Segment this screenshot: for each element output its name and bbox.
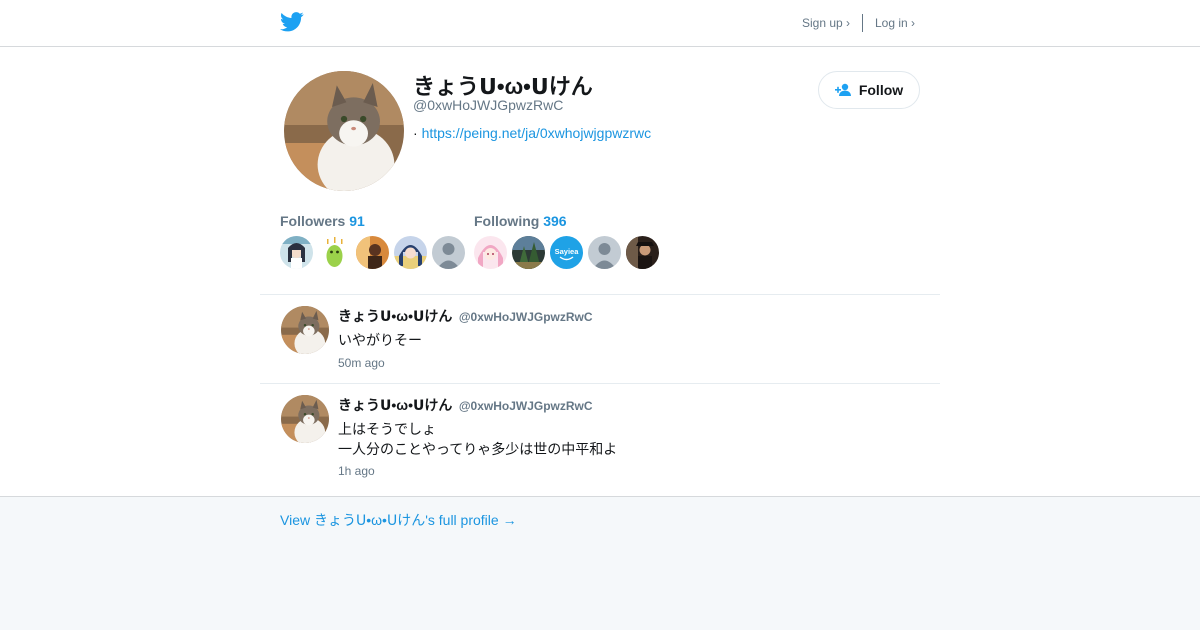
follower-avatar-5[interactable] [432, 236, 465, 269]
tweet-divider [260, 383, 940, 384]
following-avatar-3[interactable]: Sayiea [550, 236, 583, 269]
twitter-bird-icon[interactable] [280, 11, 304, 33]
log-in-link[interactable]: Log in › [875, 16, 915, 30]
tweet-1[interactable]: きょうᑌ•ω•ᑌけん @0xwHoJWJGpwzRwC いやがりそー 50m a… [280, 306, 920, 370]
tweet-author-handle[interactable]: @0xwHoJWJGpwzRwC [459, 399, 593, 413]
tweet-header: きょうᑌ•ω•ᑌけん @0xwHoJWJGpwzRwC [338, 395, 593, 415]
add-user-icon [834, 83, 851, 96]
profile-card: きょうᑌ•ω•ᑌけん @0xwHoJWJGpwzRwC · https://pe… [0, 47, 1200, 497]
profile-avatar[interactable] [284, 71, 404, 191]
follower-avatar-2[interactable] [318, 236, 351, 269]
tweet-avatar[interactable] [281, 395, 329, 443]
tweet-text-line: 上はそうでしょ [338, 421, 436, 437]
following-avatar-2[interactable] [512, 236, 545, 269]
following-count: 396 [543, 213, 567, 229]
tweet-text: 上はそうでしょ 一人分のことやってりゃ多少は世の中平和よ [338, 419, 617, 459]
following-avatar-1[interactable] [474, 236, 507, 269]
tweet-2[interactable]: きょうᑌ•ω•ᑌけん @0xwHoJWJGpwzRwC 上はそうでしょ 一人分の… [280, 395, 920, 479]
following-avatar-5[interactable] [626, 236, 659, 269]
profile-bio: · https://peing.net/ja/0xwhojwjgpwzrwc [413, 125, 651, 141]
following-label: Following [474, 213, 540, 229]
nav-divider [862, 14, 863, 32]
tweet-text-line: いやがりそー [338, 332, 422, 348]
followers-avatars [280, 236, 465, 269]
tweet-header: きょうᑌ•ω•ᑌけん @0xwHoJWJGpwzRwC [338, 306, 593, 326]
tweet-timestamp[interactable]: 1h ago [338, 464, 375, 478]
tweet-author-name[interactable]: きょうᑌ•ω•ᑌけん [338, 308, 452, 324]
view-full-profile-link[interactable]: View きょうᑌ•ω•ᑌけん's full profile → [280, 510, 517, 530]
follower-avatar-1[interactable] [280, 236, 313, 269]
tweet-author-name[interactable]: きょうᑌ•ω•ᑌけん [338, 397, 452, 413]
tweet-timestamp[interactable]: 50m ago [338, 356, 385, 370]
bio-separator: · [413, 125, 418, 141]
sign-up-link[interactable]: Sign up › [802, 16, 850, 30]
follow-button-label: Follow [858, 82, 904, 98]
follower-avatar-4[interactable] [394, 236, 427, 269]
tweet-avatar[interactable] [281, 306, 329, 354]
follower-avatar-3[interactable] [356, 236, 389, 269]
section-divider [260, 294, 940, 295]
sayiea-badge-text: Sayiea [555, 247, 580, 256]
followers-count: 91 [349, 213, 365, 229]
followers-label: Followers [280, 213, 346, 229]
follow-button[interactable]: Follow [818, 71, 920, 109]
tweet-text: いやがりそー [338, 330, 422, 350]
profile-handle: @0xwHoJWJGpwzRwC [413, 97, 564, 113]
following-avatar-4[interactable] [588, 236, 621, 269]
tweet-author-handle[interactable]: @0xwHoJWJGpwzRwC [459, 310, 593, 324]
tweet-text-line: 一人分のことやってりゃ多少は世の中平和よ [338, 441, 618, 457]
following-avatars: Sayiea [474, 236, 659, 269]
bio-link[interactable]: https://peing.net/ja/0xwhojwjgpwzrwc [422, 125, 652, 141]
following-stat[interactable]: Following 396 [474, 213, 567, 229]
top-bar: Sign up › Log in › [0, 0, 1200, 47]
followers-stat[interactable]: Followers 91 [280, 213, 365, 229]
